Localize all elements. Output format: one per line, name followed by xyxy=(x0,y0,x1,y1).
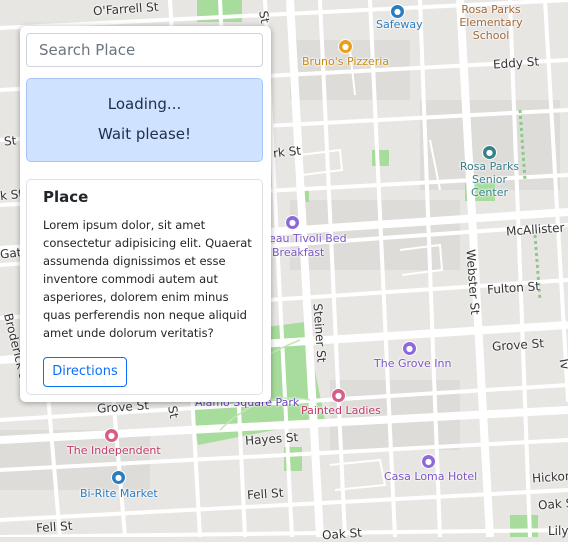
place-card: Place Lorem ipsum dolor, sit amet consec… xyxy=(26,179,263,395)
poi-label-painted-ladies[interactable]: Painted Ladies xyxy=(301,404,381,417)
place-description: Lorem ipsum dolor, sit amet consectetur … xyxy=(43,218,252,340)
hotel-icon[interactable]: ● xyxy=(402,341,417,356)
shop-icon[interactable]: ● xyxy=(390,4,405,19)
poi-label-brunos[interactable]: Bruno's Pizzeria xyxy=(302,55,389,68)
street-label-turk: rk St xyxy=(272,143,302,161)
poi-label-independent[interactable]: The Independent xyxy=(67,444,161,457)
street-label-ivy: Iv xyxy=(556,357,568,371)
poi-label-birite[interactable]: Bi-Rite Market xyxy=(80,487,158,500)
community-icon[interactable]: ● xyxy=(482,145,497,160)
street-label-hickory: Hickory xyxy=(531,468,568,486)
side-panel: Loading... Wait please! Place Lorem ipsu… xyxy=(20,26,271,402)
search-input[interactable] xyxy=(26,33,263,67)
street-label-oak: Oak St xyxy=(537,495,568,513)
loading-title: Loading... xyxy=(107,95,182,113)
street-label-st-left: St xyxy=(3,133,18,149)
street-label-st-vertical: St xyxy=(256,9,273,25)
poi-label-casa-loma[interactable]: Casa Loma Hotel xyxy=(384,470,477,483)
shop-icon[interactable]: ● xyxy=(111,470,126,485)
street-label-oak-bottom: Oak St xyxy=(321,525,363,542)
street-label-lily: Lily xyxy=(548,524,568,538)
street-label-st-vertical-2: St xyxy=(165,404,182,420)
restaurant-icon[interactable]: ● xyxy=(338,39,353,54)
hotel-icon[interactable]: ● xyxy=(421,454,436,469)
loading-subtitle: Wait please! xyxy=(97,125,192,143)
landmark-icon[interactable]: ● xyxy=(331,388,346,403)
directions-button[interactable]: Directions xyxy=(43,357,127,387)
street-label-fell: Fell St xyxy=(246,485,284,503)
poi-label-safeway[interactable]: Safeway xyxy=(376,18,423,31)
music-venue-icon[interactable]: ● xyxy=(104,428,119,443)
poi-label-grove-inn[interactable]: The Grove Inn xyxy=(374,357,451,370)
poi-label-tivoli[interactable]: eau Tivoli Bed xyxy=(269,232,347,245)
street-label-fell-left: Fell St xyxy=(35,518,73,536)
place-title: Place xyxy=(43,188,89,206)
loading-alert: Loading... Wait please! xyxy=(26,78,263,162)
hotel-icon[interactable]: ● xyxy=(285,215,300,230)
poi-label-rosa-parks-senior[interactable]: Rosa Parks Senior Center xyxy=(452,160,527,199)
poi-label-rosa-parks-school[interactable]: Rosa Parks Elementary School xyxy=(441,3,541,42)
poi-label-tivoli-2[interactable]: Breakfast xyxy=(272,246,324,259)
